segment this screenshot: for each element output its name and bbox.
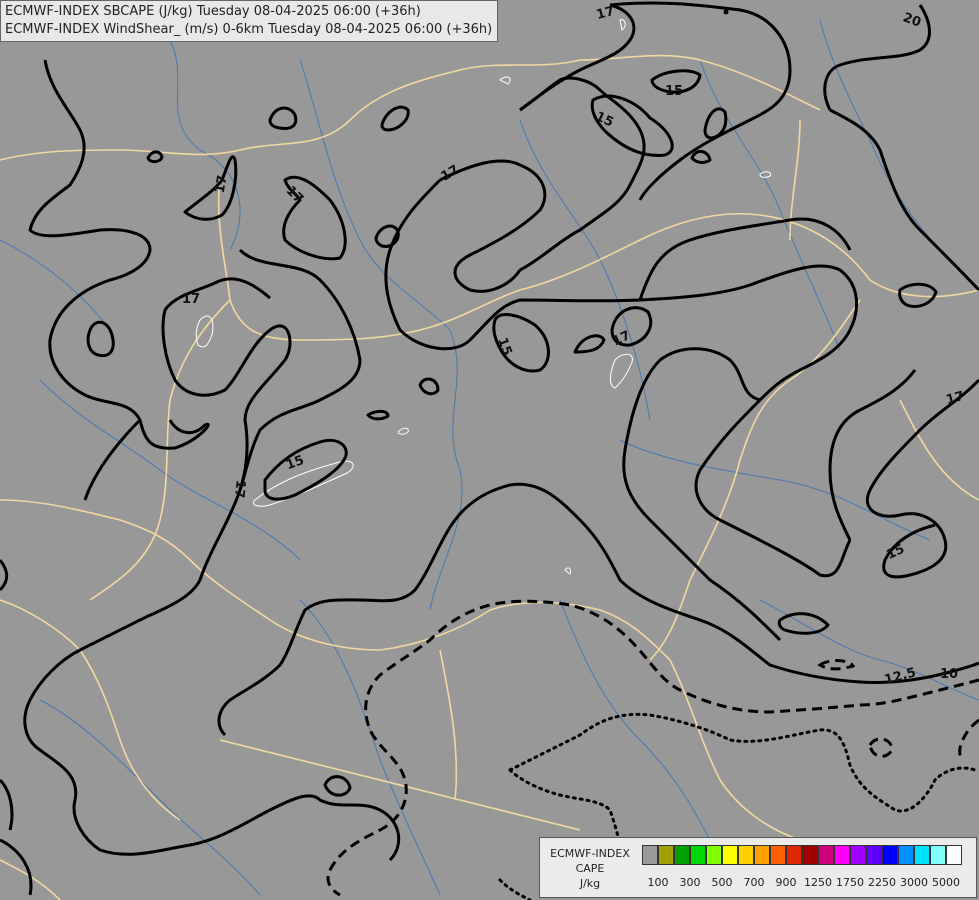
legend-title-variable: CAPE: [575, 862, 605, 875]
legend-tick-label: 1750: [836, 876, 864, 889]
legend-tick-label: 3000: [900, 876, 928, 889]
legend-swatch: [722, 845, 738, 865]
legend-swatch: [882, 845, 898, 865]
contour-label: 15: [665, 84, 683, 99]
legend-swatch: [642, 845, 658, 865]
legend-tick-label: 700: [743, 876, 765, 889]
legend-ticks: 100 300 500 700 900 1250 1750 2250 3000 5000: [540, 876, 976, 890]
legend-swatch: [706, 845, 722, 865]
legend-swatch: [866, 845, 882, 865]
legend-swatch: [738, 845, 754, 865]
station-dot: [723, 9, 729, 15]
legend-swatch: [754, 845, 770, 865]
legend-swatch: [850, 845, 866, 865]
title-line-cape: ECMWF-INDEX SBCAPE (J/kg) Tuesday 08-04-…: [5, 4, 421, 19]
contour-label: 10: [940, 667, 958, 682]
legend-tick-label: 1250: [804, 876, 832, 889]
legend-swatches: [642, 845, 962, 865]
legend-swatch: [658, 845, 674, 865]
legend-swatch: [914, 845, 930, 865]
legend-swatch: [834, 845, 850, 865]
legend-title-model: ECMWF-INDEX: [550, 847, 630, 860]
legend-swatch: [802, 845, 818, 865]
legend-tick-label: 900: [775, 876, 797, 889]
legend-swatch: [898, 845, 914, 865]
legend-swatch: [786, 845, 802, 865]
legend-swatch: [770, 845, 786, 865]
contour-label: 17: [231, 479, 248, 498]
legend-swatch: [674, 845, 690, 865]
legend-tick-label: 2250: [868, 876, 896, 889]
legend-swatch: [930, 845, 946, 865]
legend-tick-label: 100: [647, 876, 669, 889]
legend-tick-label: 5000: [932, 876, 960, 889]
contour-label: 17: [182, 292, 200, 307]
legend-tick-label: 500: [711, 876, 733, 889]
legend-tick-label: 300: [679, 876, 701, 889]
legend-swatch: [946, 845, 962, 865]
legend-swatch: [818, 845, 834, 865]
map-title-box: ECMWF-INDEX SBCAPE (J/kg) Tuesday 08-04-…: [0, 0, 499, 42]
weather-map: 17 20 15 15 17 17 17 15 17 15 17 17 17 1…: [0, 0, 979, 900]
cape-legend: ECMWF-INDEX CAPE J/kg 100 300 500 700 900 125…: [539, 837, 977, 898]
contour-label: 17: [213, 174, 231, 194]
title-line-windshear: ECMWF-INDEX WindShear_ (m/s) 0-6km Tuesd…: [5, 22, 493, 37]
map-canvas: 17 20 15 15 17 17 17 15 17 15 17 17 17 1…: [0, 0, 979, 900]
legend-swatch: [690, 845, 706, 865]
